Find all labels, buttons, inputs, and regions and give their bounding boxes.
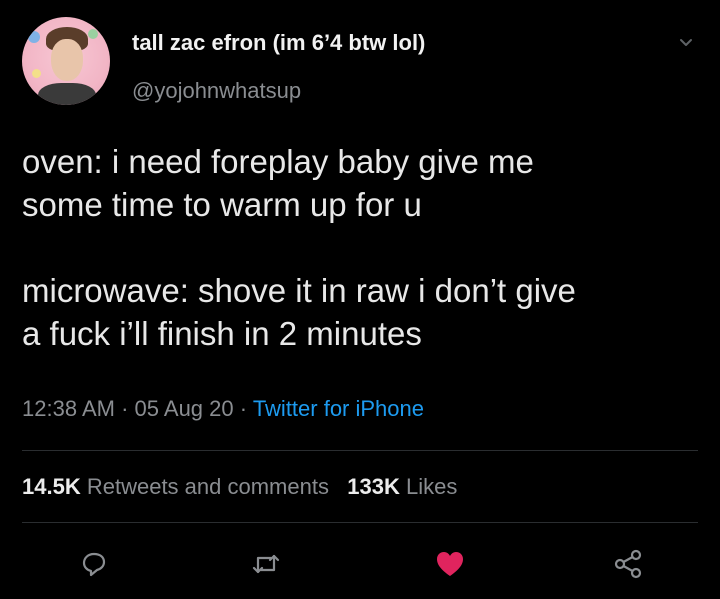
- retweets-count: 14.5K: [22, 474, 81, 499]
- retweet-button[interactable]: [250, 548, 282, 580]
- user-handle[interactable]: @yojohnwhatsup: [132, 78, 301, 104]
- avatar-decoration: [32, 69, 41, 78]
- reply-button[interactable]: [78, 548, 110, 580]
- tweet-source-link[interactable]: Twitter for iPhone: [253, 396, 424, 421]
- retweets-label: Retweets and comments: [86, 474, 329, 499]
- avatar[interactable]: [22, 17, 110, 105]
- engagement-stats: 14.5K Retweets and comments 133K Likes: [22, 474, 457, 500]
- meta-separator: ·: [239, 396, 248, 421]
- tweet-date: 05 Aug 20: [134, 396, 234, 421]
- likes-count: 133K: [347, 474, 400, 499]
- tweet-time: 12:38 AM: [22, 396, 115, 421]
- retweet-icon: [252, 554, 280, 574]
- tweet-meta: 12:38 AM · 05 Aug 20 · Twitter for iPhon…: [22, 396, 424, 422]
- avatar-decoration: [88, 29, 98, 39]
- avatar-shirt: [38, 83, 96, 105]
- likes-label: Likes: [406, 474, 458, 499]
- avatar-face: [51, 39, 83, 81]
- like-icon: [437, 552, 463, 576]
- tweet-text: oven: i need foreplay baby give me some …: [22, 143, 576, 352]
- reply-icon: [82, 552, 106, 577]
- meta-separator: ·: [121, 396, 129, 421]
- divider: [22, 450, 698, 451]
- chevron-down-icon[interactable]: [679, 36, 693, 50]
- share-icon: [614, 549, 642, 579]
- like-button[interactable]: [434, 548, 466, 580]
- divider: [22, 522, 698, 523]
- likes-stat[interactable]: 133K Likes: [347, 474, 457, 499]
- retweets-stat[interactable]: 14.5K Retweets and comments: [22, 474, 329, 499]
- share-button[interactable]: [612, 548, 644, 580]
- display-name[interactable]: tall zac efron (im 6’4 btw lol): [132, 30, 425, 56]
- avatar-decoration: [28, 31, 40, 43]
